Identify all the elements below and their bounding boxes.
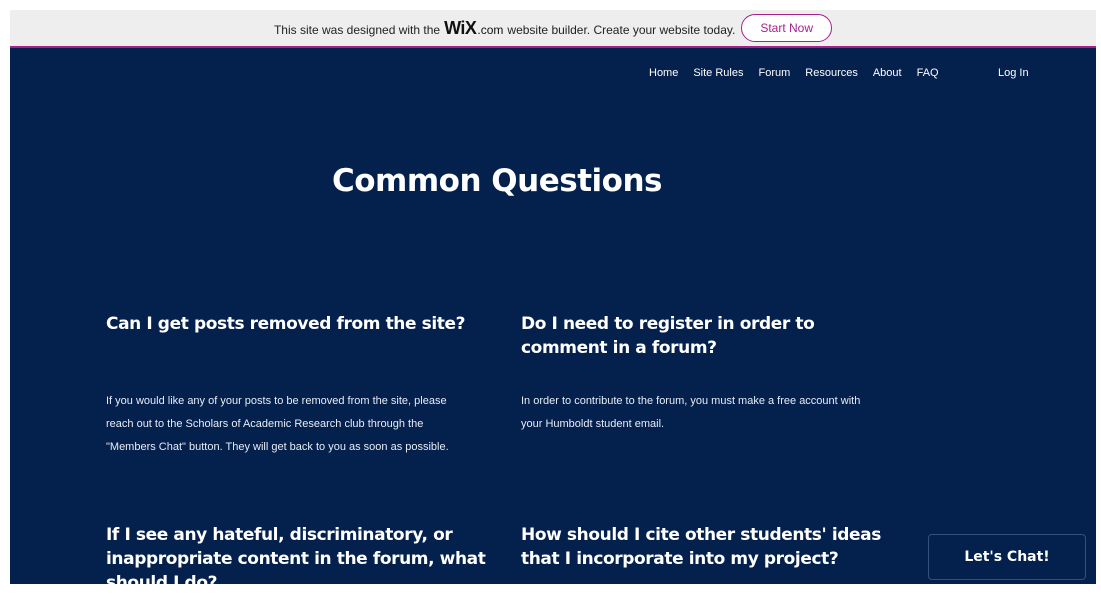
page-frame-right [1096, 0, 1101, 584]
faq-question-4: How should I cite other students' ideas … [521, 525, 881, 569]
page-frame-top [0, 0, 1101, 10]
page-title: Common Questions [332, 163, 662, 199]
banner-text-before: This site was designed with the [273, 22, 441, 37]
wix-banner: This site was designed with the WiX .com… [10, 10, 1096, 48]
site-main: Home Site Rules Forum Resources About FA… [10, 48, 1096, 593]
nav-item-site-rules[interactable]: Site Rules [693, 67, 743, 79]
lets-chat-button[interactable]: Let's Chat! [928, 534, 1086, 580]
faq-answer-1-line-1: If you would like any of your posts to b… [106, 395, 447, 407]
nav-item-faq[interactable]: FAQ [917, 67, 939, 79]
faq-answer-1-line-3: "Members Chat" button. They will get bac… [106, 441, 449, 453]
faq-question-3: If I see any hateful, discriminatory, or… [106, 525, 486, 593]
faq-answer-1: If you would like any of your posts to b… [106, 390, 486, 459]
login-link[interactable]: Log In [998, 67, 1029, 79]
nav-item-forum[interactable]: Forum [758, 67, 790, 79]
page-frame-left [0, 0, 10, 584]
wix-logo[interactable]: WiX [444, 18, 477, 39]
banner-text-after: website builder. Create your website tod… [507, 22, 736, 37]
nav-item-home[interactable]: Home [649, 67, 678, 79]
main-nav: Home Site Rules Forum Resources About FA… [649, 67, 939, 79]
nav-item-about[interactable]: About [873, 67, 902, 79]
faq-question-2: Do I need to register in order to commen… [521, 314, 815, 358]
faq-answer-2: In order to contribute to the forum, you… [521, 390, 901, 436]
wix-banner-text: This site was designed with the WiX .com… [274, 18, 735, 39]
nav-item-resources[interactable]: Resources [805, 67, 858, 79]
faq-answer-2-line-2: your Humboldt student email. [521, 418, 665, 430]
faq-answer-1-line-2: reach out to the Scholars of Academic Re… [106, 418, 424, 430]
faq-question-1: Can I get posts removed from the site? [106, 314, 466, 334]
wix-logo-suffix: .com [477, 22, 504, 37]
faq-answer-2-line-1: In order to contribute to the forum, you… [521, 395, 861, 407]
start-now-button[interactable]: Start Now [741, 14, 833, 42]
